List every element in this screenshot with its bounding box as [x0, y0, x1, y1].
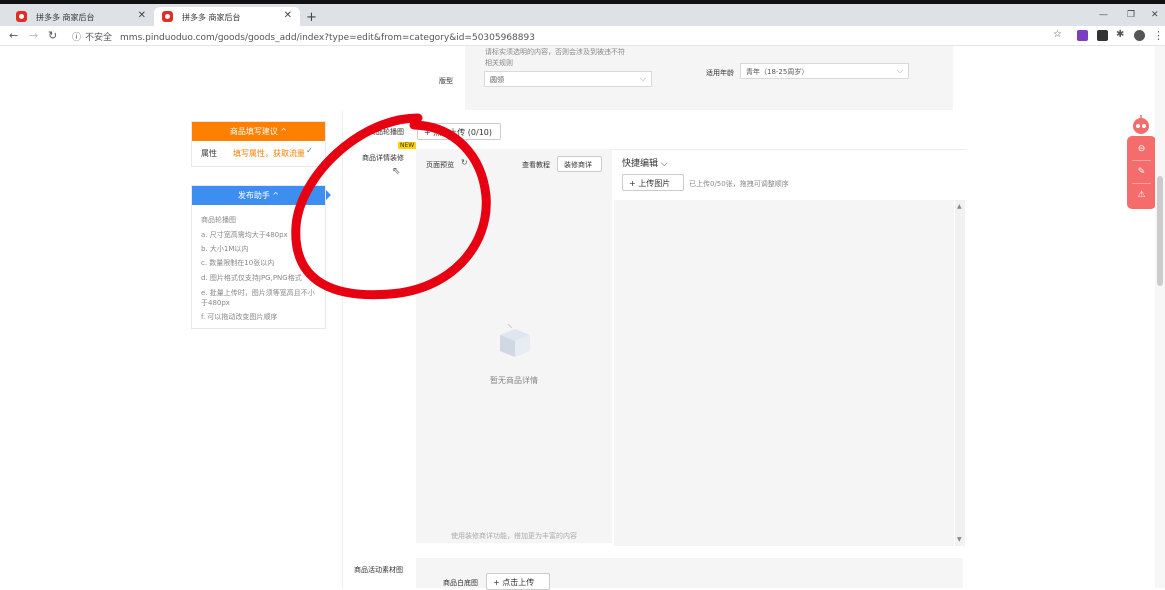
profile-avatar[interactable] — [1134, 30, 1145, 41]
page-content: 请标实须选明的内容，否则会涉及到被违不符 相关规则 版型 圆领 ⌵ 适用年龄 青… — [0, 46, 1165, 590]
insecure-label: 不安全 — [85, 33, 113, 43]
pdf-extension-icon[interactable] — [1097, 30, 1108, 41]
minimize-icon[interactable]: — — [1099, 10, 1108, 20]
pinduoduo-favicon-icon — [16, 11, 27, 22]
close-icon[interactable]: ✕ — [138, 10, 146, 21]
reload-icon[interactable]: ↻ — [48, 29, 57, 42]
browser-tab-2[interactable]: 拼多多 商家后台 ✕ — [154, 7, 300, 26]
menu-dots-icon[interactable]: ⋮ — [1153, 29, 1164, 42]
info-icon: ⓘ — [72, 33, 82, 43]
url-field[interactable]: ⓘ 不安全 mms.pinduoduo.com/goods/goods_add/in… — [72, 30, 535, 43]
tab-title: 拼多多 商家后台 — [182, 13, 241, 22]
browser-tab-1[interactable]: 拼多多 商家后台 ✕ — [8, 7, 154, 26]
annotation-circle-overlay — [291, 113, 491, 300]
tab-bar: 拼多多 商家后台 ✕ 拼多多 商家后台 ✕ + — ❐ ✕ — [0, 4, 1165, 26]
puzzle-icon[interactable]: ✱ — [1116, 29, 1124, 40]
new-tab-icon[interactable]: + — [306, 10, 317, 25]
extension-icon[interactable] — [1077, 30, 1088, 41]
window-close-icon[interactable]: ✕ — [1151, 10, 1159, 20]
url-text: mms.pinduoduo.com/goods/goods_add/index?… — [120, 33, 535, 43]
forward-icon[interactable]: → — [29, 29, 38, 42]
close-icon[interactable]: ✕ — [284, 10, 292, 21]
tab-title: 拼多多 商家后台 — [36, 13, 95, 22]
address-bar: ← → ↻ ⓘ 不安全 mms.pinduoduo.com/goods/goods_… — [0, 26, 1165, 46]
annotation-circle — [291, 113, 491, 300]
bookmark-star-icon[interactable]: ☆ — [1053, 29, 1062, 40]
pinduoduo-favicon-icon — [162, 11, 173, 22]
back-icon[interactable]: ← — [9, 29, 18, 42]
restore-icon[interactable]: ❐ — [1127, 10, 1135, 20]
